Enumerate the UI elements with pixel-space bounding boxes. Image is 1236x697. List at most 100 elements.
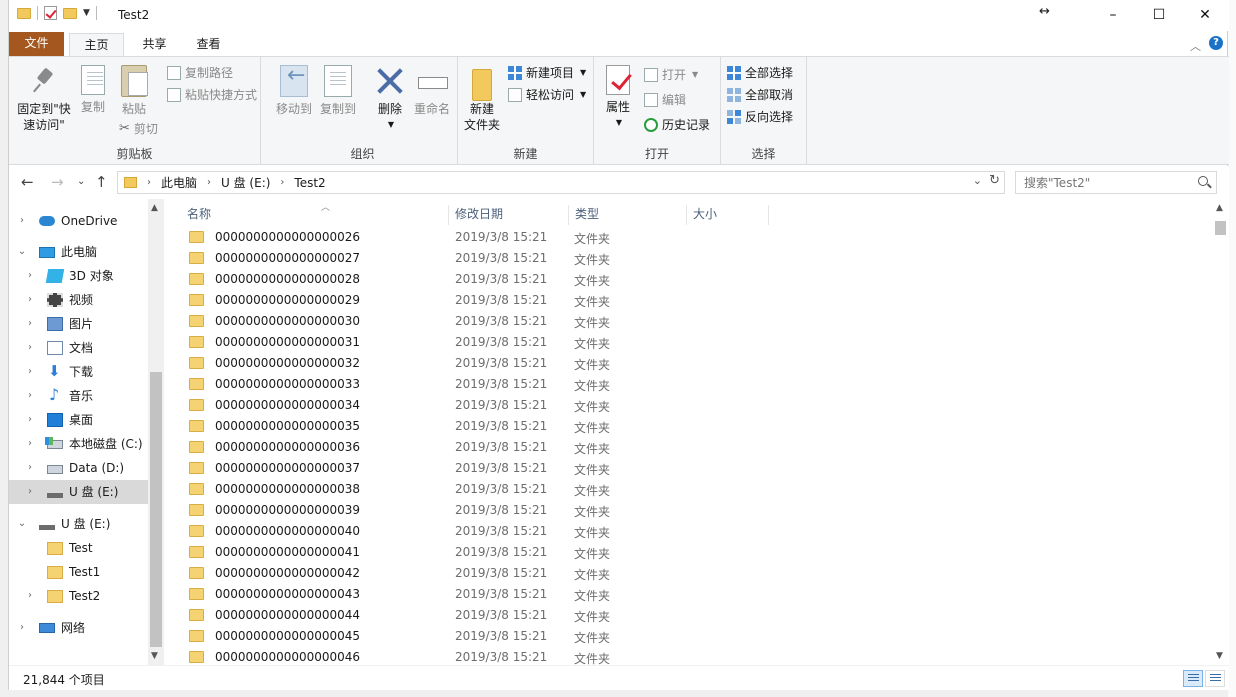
nav-item-drive-c[interactable]: › 本地磁盘 (C:) <box>23 432 148 456</box>
expand-chevron-icon[interactable]: › <box>23 432 37 456</box>
easy-access-button[interactable]: 轻松访问 ▼ <box>508 85 586 105</box>
minimize-button[interactable]: – <box>1090 0 1136 30</box>
refresh-icon[interactable]: ↻ <box>989 173 1000 188</box>
table-row[interactable]: 0000000000000000035 2019/3/8 15:21 文件夹 <box>171 416 791 437</box>
collapse-chevron-icon[interactable]: ⌄ <box>15 240 29 264</box>
table-row[interactable]: 0000000000000000043 2019/3/8 15:21 文件夹 <box>171 584 791 605</box>
nav-item-usb-drive-selected[interactable]: › U 盘 (E:) <box>9 480 148 504</box>
expand-chevron-icon[interactable]: › <box>23 584 37 608</box>
address-bar[interactable]: › 此电脑 › U 盘 (E:) › Test2 ⌄ ↻ <box>117 171 1005 194</box>
expand-chevron-icon[interactable]: › <box>23 456 37 480</box>
invert-selection-button[interactable]: 反向选择 <box>727 107 793 127</box>
nav-item-pictures[interactable]: › 图片 <box>23 312 148 336</box>
nav-item-3d-objects[interactable]: › 3D 对象 <box>23 264 148 288</box>
expand-chevron-icon[interactable]: › <box>15 209 29 233</box>
scroll-up-chevron-icon[interactable]: ▲ <box>151 203 158 213</box>
expand-chevron-icon[interactable]: › <box>23 264 37 288</box>
pin-to-quick-access-button[interactable]: 固定到"快 速访问" <box>15 65 73 133</box>
table-row[interactable]: 0000000000000000045 2019/3/8 15:21 文件夹 <box>171 626 791 647</box>
tab-share[interactable]: 共享 <box>127 33 182 57</box>
nav-item-usb-drive[interactable]: ⌄ U 盘 (E:) <box>15 512 148 536</box>
maximize-button[interactable]: ☐ <box>1136 0 1182 30</box>
scrollbar-thumb[interactable] <box>150 372 162 647</box>
recent-locations-chevron-icon[interactable]: ⌄ <box>77 176 85 187</box>
scrollbar-thumb[interactable] <box>1215 221 1226 235</box>
paste-shortcut-button[interactable]: 粘贴快捷方式 <box>167 85 257 105</box>
up-arrow-icon[interactable]: ↑ <box>95 173 108 191</box>
table-row[interactable]: 0000000000000000039 2019/3/8 15:21 文件夹 <box>171 500 791 521</box>
delete-dropdown-chevron-icon[interactable]: ▼ <box>374 117 408 133</box>
column-header-name[interactable]: 名称 ︿ <box>181 203 449 225</box>
history-button[interactable]: 历史记录 <box>644 115 710 135</box>
back-arrow-icon[interactable]: ← <box>21 173 34 191</box>
properties-icon[interactable] <box>44 6 57 20</box>
breadcrumb-chevron-icon[interactable]: › <box>147 177 151 188</box>
nav-item-desktop[interactable]: › 桌面 <box>23 408 148 432</box>
search-box[interactable] <box>1015 171 1217 194</box>
scroll-down-chevron-icon[interactable]: ▼ <box>151 651 158 661</box>
nav-item-test1[interactable]: Test1 <box>23 560 148 584</box>
expand-chevron-icon[interactable]: › <box>23 360 37 384</box>
nav-item-downloads[interactable]: › 下载 <box>23 359 148 384</box>
table-row[interactable]: 0000000000000000032 2019/3/8 15:21 文件夹 <box>171 353 791 374</box>
file-list-scrollbar[interactable]: ▲ ▼ <box>1212 199 1229 665</box>
table-row[interactable]: 0000000000000000038 2019/3/8 15:21 文件夹 <box>171 479 791 500</box>
paste-button[interactable]: 粘贴 <box>117 65 151 117</box>
table-row[interactable]: 0000000000000000041 2019/3/8 15:21 文件夹 <box>171 542 791 563</box>
close-button[interactable]: ✕ <box>1182 0 1228 30</box>
table-row[interactable]: 0000000000000000031 2019/3/8 15:21 文件夹 <box>171 332 791 353</box>
expand-chevron-icon[interactable]: › <box>23 312 37 336</box>
properties-dropdown-chevron-icon[interactable]: ▼ <box>604 115 634 131</box>
table-row[interactable]: 0000000000000000030 2019/3/8 15:21 文件夹 <box>171 311 791 332</box>
nav-item-test[interactable]: Test <box>23 536 148 560</box>
column-header-size[interactable]: 大小 <box>687 205 769 225</box>
help-icon[interactable]: ? <box>1209 36 1223 50</box>
search-icon[interactable] <box>1198 176 1208 186</box>
search-input[interactable] <box>1024 175 1189 190</box>
breadcrumb-this-pc[interactable]: 此电脑 <box>161 174 197 191</box>
tab-file[interactable]: 文件 <box>9 32 64 56</box>
delete-button[interactable]: 删除 ▼ <box>372 65 408 133</box>
nav-pane-scrollbar[interactable]: ▲ ▼ <box>148 199 164 665</box>
forward-arrow-icon[interactable]: → <box>51 173 64 191</box>
tab-view[interactable]: 查看 <box>181 33 236 57</box>
expand-chevron-icon[interactable]: › <box>23 288 37 312</box>
table-row[interactable]: 0000000000000000036 2019/3/8 15:21 文件夹 <box>171 437 791 458</box>
table-row[interactable]: 0000000000000000037 2019/3/8 15:21 文件夹 <box>171 458 791 479</box>
nav-item-drive-d[interactable]: › Data (D:) <box>23 456 148 480</box>
nav-item-this-pc[interactable]: ⌄ 此电脑 <box>15 240 148 264</box>
column-header-type[interactable]: 类型 <box>569 205 687 225</box>
rename-button[interactable]: 重命名 <box>412 65 452 117</box>
select-all-button[interactable]: 全部选择 <box>727 63 793 83</box>
properties-button[interactable]: 属性 ▼ <box>602 65 634 131</box>
scroll-up-chevron-icon[interactable]: ▲ <box>1216 203 1223 213</box>
expand-chevron-icon[interactable]: › <box>23 408 37 432</box>
expand-chevron-icon[interactable]: › <box>23 384 37 408</box>
new-folder-icon[interactable] <box>63 7 77 19</box>
table-row[interactable]: 0000000000000000034 2019/3/8 15:21 文件夹 <box>171 395 791 416</box>
details-view-button[interactable] <box>1183 670 1203 687</box>
nav-item-music[interactable]: › 音乐 <box>23 383 148 408</box>
table-row[interactable]: 0000000000000000026 2019/3/8 15:21 文件夹 <box>171 227 791 248</box>
edit-button[interactable]: 编辑 <box>644 90 686 110</box>
breadcrumb-usb-drive[interactable]: U 盘 (E:) <box>221 174 270 191</box>
table-row[interactable]: 0000000000000000027 2019/3/8 15:21 文件夹 <box>171 248 791 269</box>
scroll-down-chevron-icon[interactable]: ▼ <box>1216 651 1223 661</box>
large-icons-view-button[interactable] <box>1205 670 1225 687</box>
new-folder-button[interactable]: 新建 文件夹 <box>460 65 504 133</box>
nav-item-onedrive[interactable]: › OneDrive <box>15 209 148 233</box>
expand-chevron-icon[interactable]: › <box>23 480 37 504</box>
select-none-button[interactable]: 全部取消 <box>727 85 793 105</box>
new-item-button[interactable]: 新建项目 ▼ <box>508 63 586 83</box>
table-row[interactable]: 0000000000000000029 2019/3/8 15:21 文件夹 <box>171 290 791 311</box>
copy-path-button[interactable]: 复制路径 <box>167 63 233 83</box>
address-dropdown-chevron-icon[interactable]: ⌄ <box>973 174 982 187</box>
nav-item-test2[interactable]: › Test2 <box>23 584 148 608</box>
breadcrumb-chevron-icon[interactable]: › <box>207 177 211 188</box>
nav-item-videos[interactable]: › 视频 <box>23 288 148 312</box>
collapse-ribbon-chevron-icon[interactable]: ︿ <box>1190 38 1201 54</box>
nav-item-network[interactable]: › 网络 <box>15 616 148 640</box>
table-row[interactable]: 0000000000000000044 2019/3/8 15:21 文件夹 <box>171 605 791 626</box>
table-row[interactable]: 0000000000000000028 2019/3/8 15:21 文件夹 <box>171 269 791 290</box>
table-row[interactable]: 0000000000000000040 2019/3/8 15:21 文件夹 <box>171 521 791 542</box>
